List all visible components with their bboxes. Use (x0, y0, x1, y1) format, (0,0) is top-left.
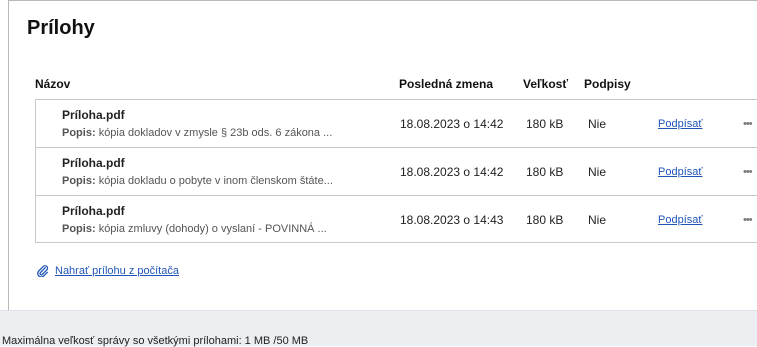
description-label: Popis: (62, 223, 96, 235)
file-size: 180 kB (526, 165, 564, 179)
file-description: Popis: kópia dokladov v zmysle § 23b ods… (62, 127, 332, 139)
attachments-panel: Prílohy Názov Posledná zmena Veľkosť Pod… (8, 0, 757, 310)
description-text: kópia dokladov v zmysle § 23b ods. 6 zák… (98, 127, 333, 139)
description-label: Popis: (62, 175, 96, 187)
upload-attachment-link[interactable]: Nahrať prílohu z počítača (36, 264, 179, 277)
file-size: 180 kB (526, 117, 564, 131)
file-name[interactable]: Príloha.pdf (62, 204, 125, 218)
sign-link[interactable]: Podpísať (658, 214, 703, 226)
file-description: Popis: kópia zmluvy (dohody) o vyslaní -… (62, 223, 327, 235)
signed-status: Nie (588, 165, 607, 179)
column-signatures-header: Podpisy (584, 77, 631, 91)
attachments-table: Príloha.pdf Popis: kópia dokladov v zmys… (35, 99, 757, 243)
more-options-icon[interactable]: ••• (743, 167, 753, 178)
file-name[interactable]: Príloha.pdf (62, 156, 125, 170)
description-text: kópia dokladu o pobyte v inom členskom š… (98, 175, 333, 187)
section-title: Prílohy (27, 17, 95, 39)
upload-label[interactable]: Nahrať prílohu z počítača (55, 265, 179, 277)
file-description: Popis: kópia dokladu o pobyte v inom čle… (62, 175, 333, 187)
modified-date: 18.08.2023 o 14:42 (400, 165, 504, 179)
table-row[interactable]: Príloha.pdf Popis: kópia dokladov v zmys… (35, 99, 757, 147)
column-size-header: Veľkosť (523, 77, 569, 91)
table-row[interactable]: Príloha.pdf Popis: kópia dokladu o pobyt… (35, 147, 757, 195)
description-label: Popis: (62, 127, 96, 139)
description-text: kópia zmluvy (dohody) o vyslaní - POVINN… (98, 223, 327, 235)
modified-date: 18.08.2023 o 14:42 (400, 117, 504, 131)
more-options-icon[interactable]: ••• (743, 215, 753, 226)
footer-bar: Maximálna veľkosť správy so všetkými prí… (0, 310, 757, 347)
table-header: Názov Posledná zmena Veľkosť Podpisy (9, 75, 757, 95)
table-row[interactable]: Príloha.pdf Popis: kópia zmluvy (dohody)… (35, 195, 757, 243)
file-size: 180 kB (526, 213, 564, 227)
modified-date: 18.08.2023 o 14:43 (400, 213, 504, 227)
signed-status: Nie (588, 117, 607, 131)
column-name-header: Názov (35, 77, 71, 91)
signed-status: Nie (588, 213, 607, 227)
sign-link[interactable]: Podpísať (658, 118, 703, 130)
file-name[interactable]: Príloha.pdf (62, 108, 125, 122)
sign-link[interactable]: Podpísať (658, 166, 703, 178)
max-size-info: Maximálna veľkosť správy so všetkými prí… (2, 335, 309, 347)
paperclip-icon (37, 265, 49, 277)
more-options-icon[interactable]: ••• (743, 119, 753, 130)
column-modified-header: Posledná zmena (399, 77, 494, 91)
